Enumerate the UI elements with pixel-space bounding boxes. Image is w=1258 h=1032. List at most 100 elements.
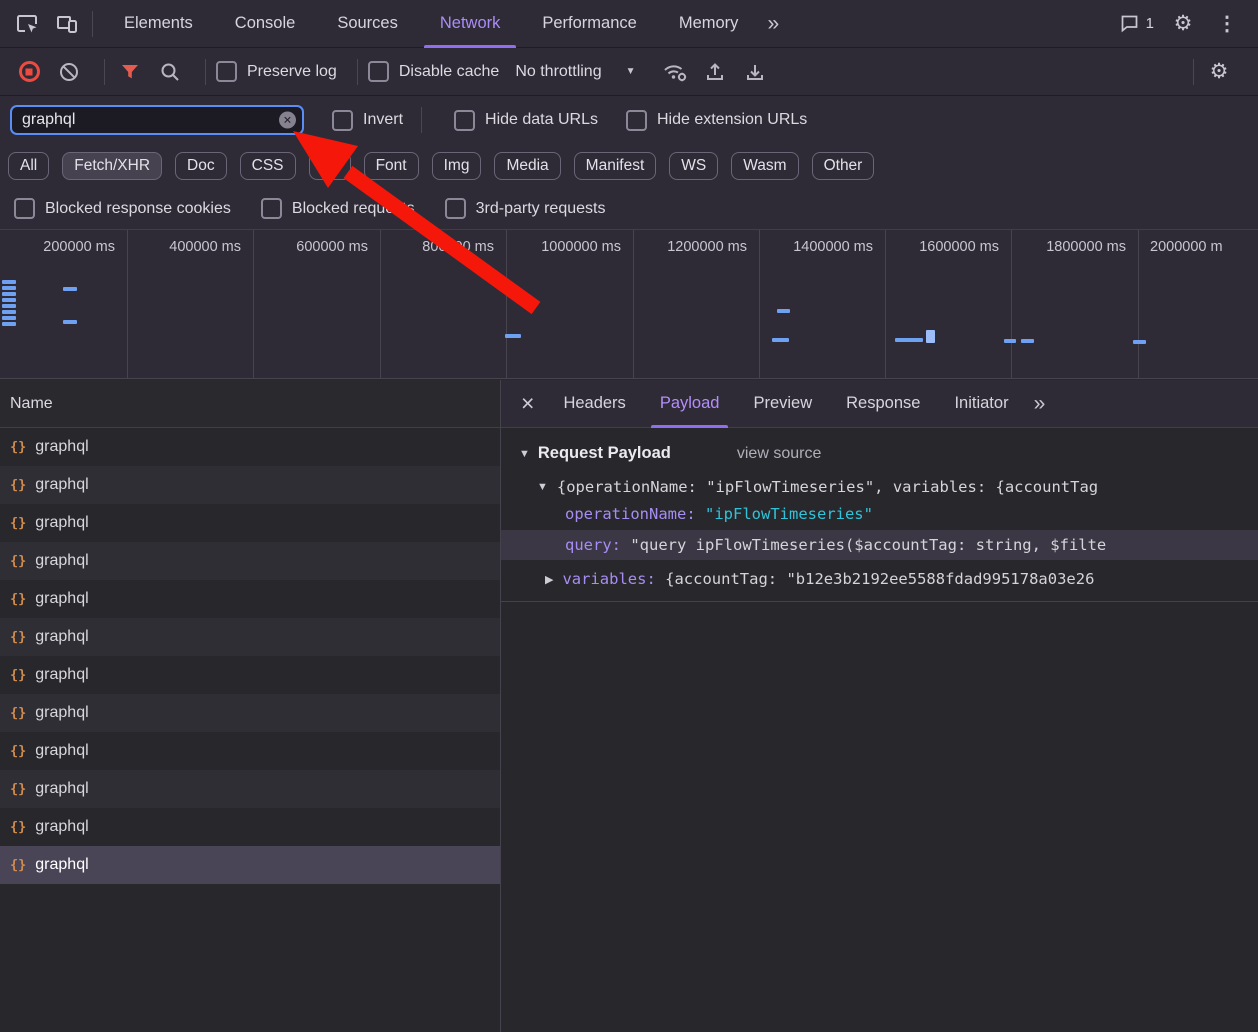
network-toolbar: Preserve log Disable cache No throttling…	[0, 48, 1258, 96]
device-toolbar-icon[interactable]	[52, 9, 82, 39]
disable-cache-label: Disable cache	[399, 63, 500, 81]
request-row-selected[interactable]: {}graphql	[0, 846, 500, 884]
third-party-option[interactable]: 3rd-party requests	[445, 198, 606, 219]
timeline-activity-bar	[1021, 339, 1034, 343]
tab-initiator[interactable]: Initiator	[937, 380, 1025, 428]
record-network-log-button[interactable]	[14, 57, 44, 87]
filter-chip-css[interactable]: CSS	[240, 152, 296, 180]
throttling-dropdown[interactable]: No throttling ▼	[515, 63, 635, 81]
json-braces-icon: {}	[10, 781, 26, 797]
request-row[interactable]: {}graphql	[0, 504, 500, 542]
payload-root-node[interactable]: ▼ {operationName: "ipFlowTimeseries", va…	[537, 478, 1258, 496]
tab-elements[interactable]: Elements	[103, 0, 214, 48]
property-key: query:	[565, 536, 621, 554]
request-row[interactable]: {}graphql	[0, 466, 500, 504]
close-details-icon[interactable]: ×	[521, 392, 534, 415]
filter-chip-all[interactable]: All	[8, 152, 49, 180]
payload-query-line-highlighted[interactable]: query: "query ipFlowTimeseries($accountT…	[501, 530, 1258, 560]
request-row[interactable]: {}graphql	[0, 808, 500, 846]
tab-memory[interactable]: Memory	[658, 0, 760, 48]
blocked-requests-checkbox[interactable]	[261, 198, 282, 219]
issues-message-icon[interactable]: 1	[1119, 9, 1154, 39]
request-row[interactable]: {}graphql	[0, 580, 500, 618]
clear-filter-icon[interactable]: ×	[279, 112, 296, 129]
timeline-gridline	[759, 230, 760, 378]
customize-menu-icon[interactable]: ⋮	[1208, 9, 1246, 39]
blocked-cookies-option[interactable]: Blocked response cookies	[14, 198, 231, 219]
payload-section-divider	[501, 601, 1258, 602]
request-row[interactable]: {}graphql	[0, 656, 500, 694]
hide-extension-urls-checkbox[interactable]	[626, 110, 647, 131]
filter-chip-img[interactable]: Img	[432, 152, 482, 180]
settings-gear-icon[interactable]: ⚙	[1168, 9, 1198, 39]
timeline-gridline	[506, 230, 507, 378]
invert-checkbox[interactable]	[332, 110, 353, 131]
tab-preview[interactable]: Preview	[736, 380, 829, 428]
view-source-link[interactable]: view source	[737, 445, 821, 463]
toolbar-divider	[357, 59, 358, 85]
filter-chip-ws[interactable]: WS	[669, 152, 718, 180]
collapse-section-icon[interactable]: ▼	[519, 448, 530, 460]
filter-chip-font[interactable]: Font	[364, 152, 419, 180]
name-column-header[interactable]: Name	[0, 380, 500, 428]
clear-network-log-icon[interactable]	[54, 57, 84, 87]
tab-payload[interactable]: Payload	[643, 380, 737, 428]
import-har-icon[interactable]	[700, 57, 730, 87]
request-row[interactable]: {}graphql	[0, 618, 500, 656]
network-overview-timeline[interactable]: 200000 ms 400000 ms 600000 ms 800000 ms …	[0, 230, 1258, 379]
request-row[interactable]: {}graphql	[0, 542, 500, 580]
filter-chip-wasm[interactable]: Wasm	[731, 152, 798, 180]
tab-response[interactable]: Response	[829, 380, 937, 428]
filter-chip-media[interactable]: Media	[494, 152, 560, 180]
json-braces-icon: {}	[10, 439, 26, 455]
more-tabs-icon[interactable]: »	[759, 12, 787, 36]
filter-chip-fetch-xhr[interactable]: Fetch/XHR	[62, 152, 162, 180]
network-settings-gear-icon[interactable]: ⚙	[1204, 57, 1234, 87]
tab-network[interactable]: Network	[419, 0, 522, 48]
more-detail-tabs-icon[interactable]: »	[1026, 392, 1054, 416]
network-filter-input[interactable]	[10, 105, 304, 135]
request-row[interactable]: {}graphql	[0, 694, 500, 732]
tab-performance[interactable]: Performance	[521, 0, 657, 48]
request-row[interactable]: {}graphql	[0, 428, 500, 466]
tab-headers[interactable]: Headers	[546, 380, 642, 428]
preserve-log-checkbox[interactable]	[216, 61, 237, 82]
request-row[interactable]: {}graphql	[0, 732, 500, 770]
blocked-cookies-checkbox[interactable]	[14, 198, 35, 219]
disable-cache-option[interactable]: Disable cache	[368, 61, 500, 82]
disable-cache-checkbox[interactable]	[368, 61, 389, 82]
network-conditions-icon[interactable]	[660, 57, 690, 87]
hide-data-urls-checkbox[interactable]	[454, 110, 475, 131]
timeline-gridline	[633, 230, 634, 378]
section-title: Request Payload	[538, 444, 671, 463]
tab-sources[interactable]: Sources	[316, 0, 419, 48]
hide-extension-urls-option[interactable]: Hide extension URLs	[626, 110, 807, 131]
preserve-log-option[interactable]: Preserve log	[216, 61, 337, 82]
third-party-checkbox[interactable]	[445, 198, 466, 219]
request-row[interactable]: {} graphql	[0, 770, 500, 808]
collapse-node-icon[interactable]: ▼	[537, 481, 548, 493]
filter-chip-manifest[interactable]: Manifest	[574, 152, 657, 180]
timeline-activity-bar	[926, 330, 935, 343]
tab-console[interactable]: Console	[214, 0, 317, 48]
property-key: variables:	[562, 570, 655, 588]
payload-variables-line[interactable]: ▶ variables: {accountTag: "b12e3b2192ee5…	[501, 565, 1258, 593]
request-name: graphql	[35, 590, 88, 608]
timeline-activity-bar	[772, 338, 789, 342]
timeline-activity-bar	[777, 309, 790, 313]
request-name: graphql	[35, 780, 88, 798]
payload-operation-name-line[interactable]: operationName: "ipFlowTimeseries"	[565, 505, 1258, 523]
blocked-requests-option[interactable]: Blocked requests	[261, 198, 415, 219]
filter-chip-js[interactable]: JS	[309, 152, 351, 180]
json-braces-icon: {}	[10, 477, 26, 493]
export-har-icon[interactable]	[740, 57, 770, 87]
hide-data-urls-option[interactable]: Hide data URLs	[454, 110, 598, 131]
invert-filter-option[interactable]: Invert	[332, 110, 403, 131]
filter-chip-other[interactable]: Other	[812, 152, 875, 180]
inspect-element-icon[interactable]	[12, 9, 42, 39]
search-icon[interactable]	[155, 57, 185, 87]
json-braces-icon: {}	[10, 553, 26, 569]
filter-funnel-icon[interactable]	[115, 57, 145, 87]
filter-chip-doc[interactable]: Doc	[175, 152, 227, 180]
expand-node-icon[interactable]: ▶	[545, 573, 553, 586]
